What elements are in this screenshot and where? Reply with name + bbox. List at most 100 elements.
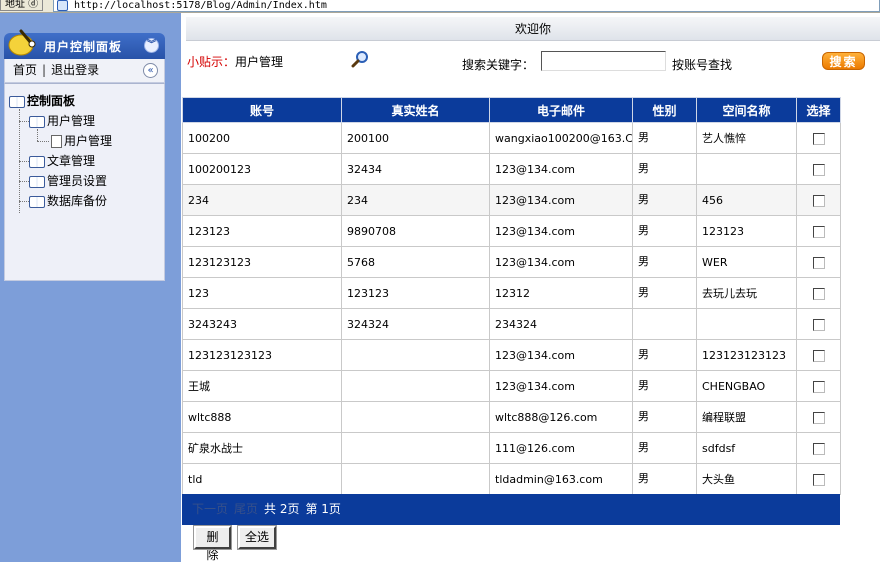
- table-row: 123 123123 12312 男去玩儿去玩: [182, 277, 841, 309]
- table-header-row: 账号 真实姓名 电子邮件 性别 空间名称 选择: [182, 97, 841, 123]
- search-input[interactable]: [541, 51, 666, 71]
- table-row: 3243243 324324 234324: [182, 308, 841, 340]
- cell-space-name: 编程联盟: [696, 401, 797, 433]
- cell-real-name: 200100: [341, 122, 490, 154]
- logout-link[interactable]: 退出登录: [51, 63, 99, 77]
- address-input[interactable]: http://localhost:5178/Blog/Admin/Index.h…: [53, 0, 880, 12]
- row-checkbox[interactable]: [812, 132, 825, 145]
- tree-item-label: 管理员设置: [47, 174, 108, 188]
- tree-connector: [37, 141, 49, 142]
- cell-gender: 男: [632, 122, 697, 154]
- cell-real-name: 9890708: [341, 215, 490, 247]
- select-all-button[interactable]: 全选: [237, 525, 277, 550]
- column-header-email[interactable]: 电子邮件: [489, 97, 633, 123]
- open-book-icon: [29, 115, 45, 128]
- column-header-gender[interactable]: 性别: [632, 97, 697, 123]
- cell-email: wangxiao100200@163.COM: [489, 122, 633, 154]
- cell-select: [796, 246, 841, 278]
- row-checkbox[interactable]: [812, 349, 825, 362]
- tree-item-label: 用户管理: [47, 114, 96, 128]
- tree-item-user-management[interactable]: 用户管理: [29, 112, 95, 130]
- row-checkbox[interactable]: [812, 225, 825, 238]
- cell-account: 王城: [182, 370, 342, 402]
- address-label: 地址 ⓓ: [0, 0, 44, 11]
- pager-total: 共 2页: [264, 502, 300, 516]
- nav-tree: 控制面板 用户管理 用户管理 文章管理 管理员设置 数据库备份: [4, 83, 165, 281]
- cell-email: 111@126.com: [489, 432, 633, 464]
- tree-connector: [19, 181, 29, 182]
- collapse-icon[interactable]: ︾: [144, 38, 159, 53]
- row-checkbox[interactable]: [812, 163, 825, 176]
- cell-space-name: 456: [696, 184, 797, 216]
- table-row: 123123 9890708 123@134.com 男 123123: [182, 215, 841, 247]
- row-checkbox[interactable]: [812, 411, 825, 424]
- row-checkbox[interactable]: [812, 318, 825, 331]
- column-header-real-name[interactable]: 真实姓名: [341, 97, 490, 123]
- cell-gender: 男: [632, 370, 697, 402]
- tip: 小贴示：用户管理: [187, 53, 283, 70]
- column-header-select[interactable]: 选择: [796, 97, 841, 123]
- home-link[interactable]: 首页: [13, 63, 37, 77]
- cell-real-name: 5768: [341, 246, 490, 278]
- main-content: 欢迎你 小贴示：用户管理 搜索关键字： 按账号查找 搜索 账号 真实姓名 电子邮…: [181, 13, 880, 562]
- cell-email: 123@134.com: [489, 153, 633, 185]
- tree-item-admin-settings[interactable]: 管理员设置: [29, 172, 107, 190]
- table-row: 123123123123 123@134.com 男 123123123123: [182, 339, 841, 371]
- cell-select: [796, 308, 841, 340]
- cell-space-name: [696, 153, 797, 185]
- cell-real-name: 234: [341, 184, 490, 216]
- tree-root-label: 控制面板: [27, 94, 76, 108]
- cell-select: [796, 215, 841, 247]
- tree-root[interactable]: 控制面板: [9, 92, 75, 110]
- cell-select: [796, 370, 841, 402]
- pager-next-link[interactable]: 下一页: [192, 502, 228, 516]
- cell-email: 123@134.com: [489, 246, 633, 278]
- cell-gender: 男: [632, 246, 697, 278]
- row-checkbox[interactable]: [812, 380, 825, 393]
- link-separator: |: [42, 63, 47, 77]
- tree-connector: [19, 161, 29, 162]
- row-checkbox[interactable]: [812, 442, 825, 455]
- cell-select: [796, 122, 841, 154]
- tree-connector: [19, 201, 29, 202]
- search-hint: 按账号查找: [672, 58, 733, 72]
- table-row: 123123123 5768 123@134.com 男 WER: [182, 246, 841, 278]
- cell-real-name: 123123: [341, 277, 490, 309]
- panel-header: 用户控制面板 ︾: [4, 29, 165, 59]
- tree-item-article-management[interactable]: 文章管理: [29, 152, 95, 170]
- search-button[interactable]: 搜索: [822, 52, 865, 70]
- tree-connector: [19, 121, 29, 122]
- tip-label: 小贴示：: [187, 55, 236, 69]
- tree-subitem-user-management[interactable]: 用户管理: [51, 132, 112, 150]
- tree-item-label: 用户管理: [64, 134, 113, 148]
- cell-real-name: [341, 401, 490, 433]
- row-checkbox[interactable]: [812, 287, 825, 300]
- cell-select: [796, 432, 841, 464]
- column-header-account[interactable]: 账号: [182, 97, 342, 123]
- cell-account: 3243243: [182, 308, 342, 340]
- cell-email: 123@134.com: [489, 184, 633, 216]
- row-checkbox[interactable]: [812, 194, 825, 207]
- table-row: 矿泉水战士 111@126.com 男 sdfdsf: [182, 432, 841, 464]
- column-header-space-name[interactable]: 空间名称: [696, 97, 797, 123]
- table-row: 王城 123@134.com 男 CHENGBAO: [182, 370, 841, 402]
- cell-gender: 男: [632, 215, 697, 247]
- cell-account: 123123: [182, 215, 342, 247]
- cell-space-name: 大头鱼: [696, 463, 797, 495]
- pager-last-link[interactable]: 尾页: [234, 502, 258, 516]
- cell-real-name: [341, 463, 490, 495]
- tree-item-database-backup[interactable]: 数据库备份: [29, 192, 107, 210]
- cell-email: tldadmin@163.com: [489, 463, 633, 495]
- row-checkbox[interactable]: [812, 473, 825, 486]
- double-chevron-left-icon[interactable]: «: [143, 63, 158, 78]
- cell-email: 123@134.com: [489, 370, 633, 402]
- cell-space-name: sdfdsf: [696, 432, 797, 464]
- row-checkbox[interactable]: [812, 256, 825, 269]
- delete-button[interactable]: 删除: [193, 525, 232, 562]
- cell-account: tld: [182, 463, 342, 495]
- cell-account: 矿泉水战士: [182, 432, 342, 464]
- welcome-bar: 欢迎你: [186, 17, 880, 41]
- table-row: 100200200100wangxiao100200@163.COM男艺人憔悴: [182, 122, 841, 154]
- table-body: 100200200100wangxiao100200@163.COM男艺人憔悴1…: [182, 122, 841, 495]
- pager-current: 第 1页: [305, 502, 341, 516]
